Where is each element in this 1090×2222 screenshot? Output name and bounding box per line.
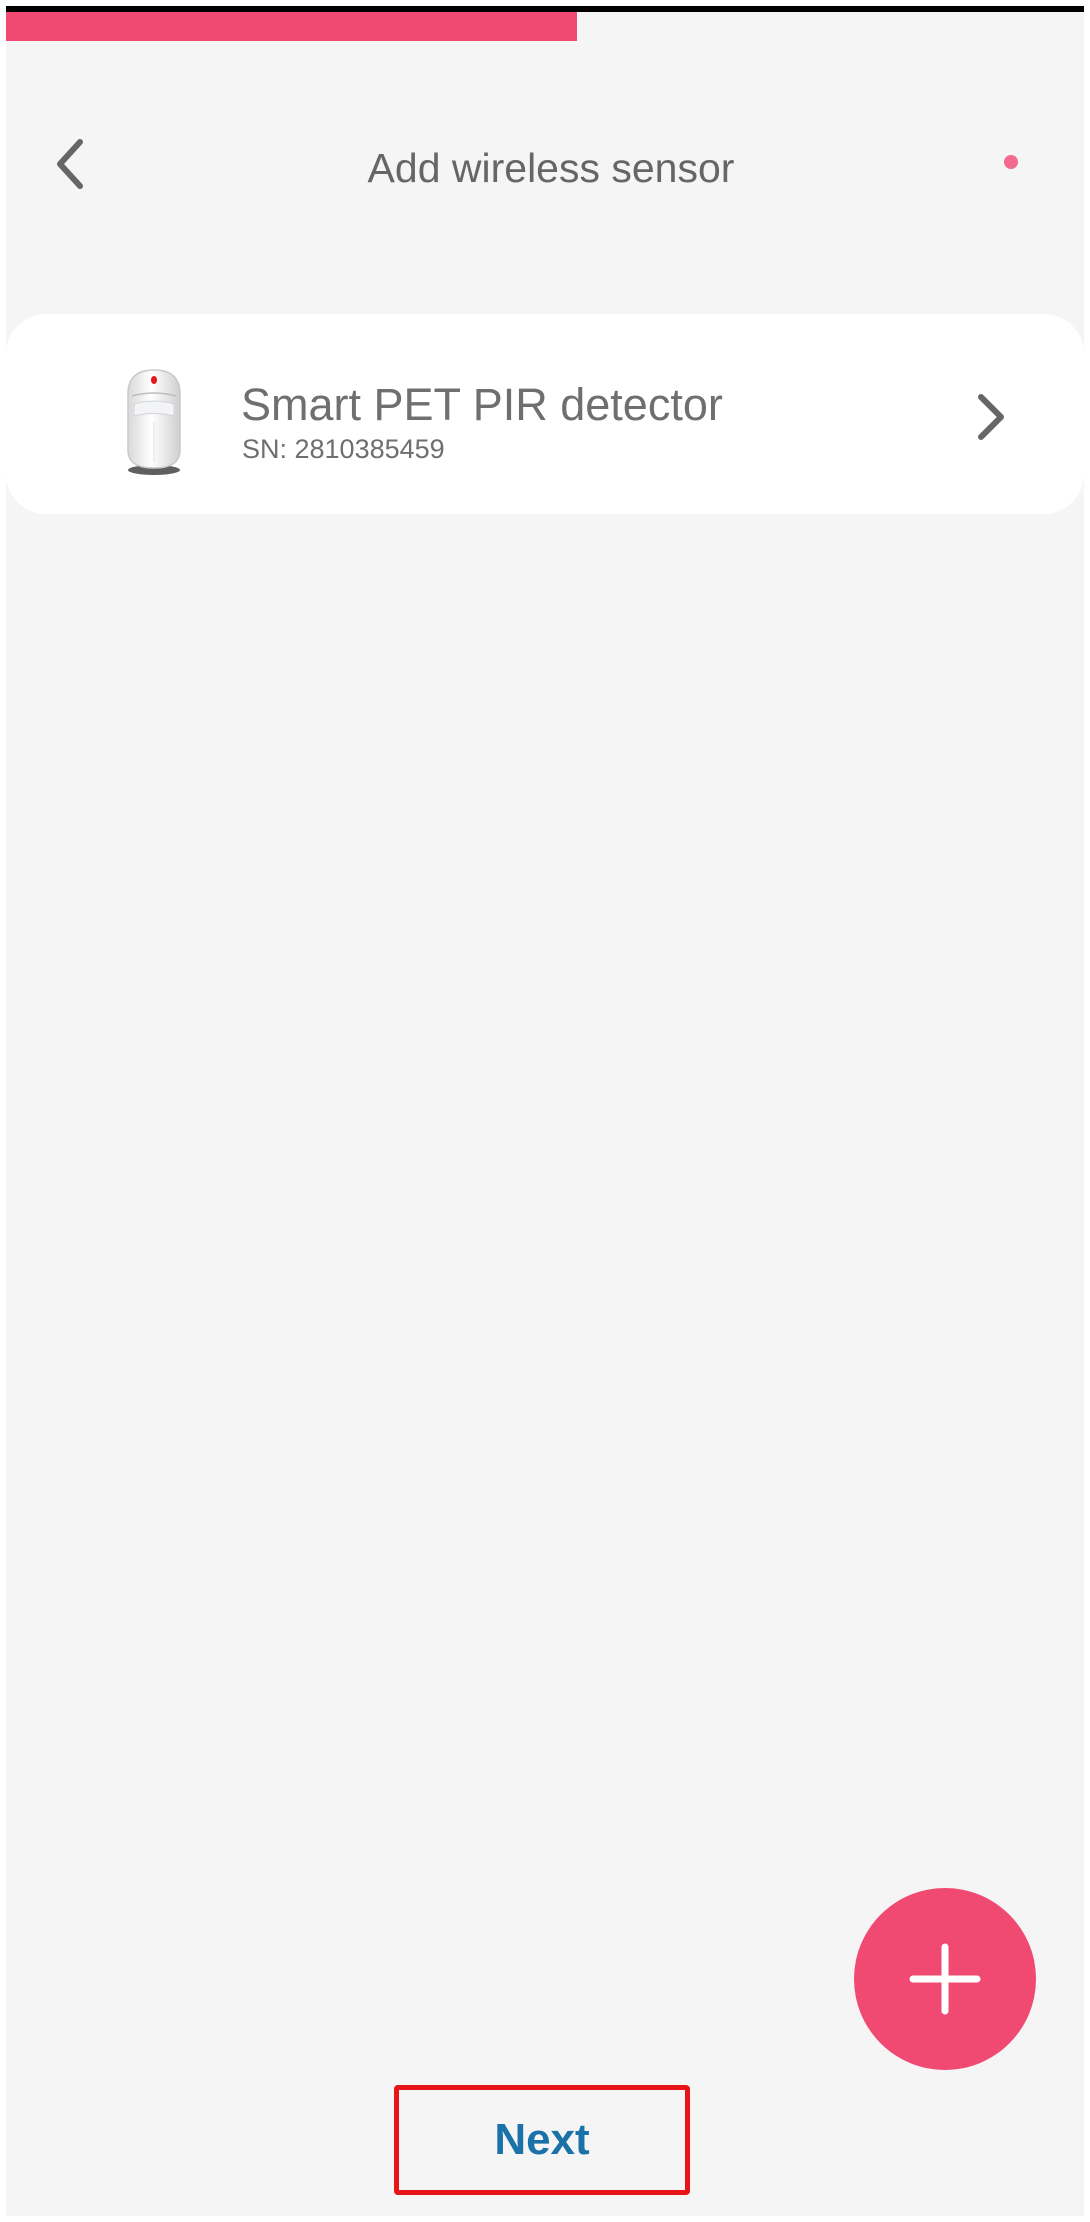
chevron-left-icon xyxy=(57,139,83,189)
progress-bar xyxy=(6,12,1084,41)
chevron-right-icon-wrapper xyxy=(966,382,1016,452)
next-button[interactable]: Next xyxy=(394,2085,690,2195)
status-dot xyxy=(1004,155,1018,169)
pir-detector-image xyxy=(127,369,181,475)
app-screen: Add wireless sensor Smart PET PIR detect… xyxy=(6,12,1084,2216)
sensor-name: Smart PET PIR detector xyxy=(241,379,723,430)
page-title: Add wireless sensor xyxy=(367,145,735,191)
add-sensor-button[interactable] xyxy=(854,1888,1036,2070)
progress-bar-fill xyxy=(6,12,578,41)
sensor-list-item[interactable]: Smart PET PIR detector SN: 2810385459 xyxy=(6,314,1084,514)
plus-icon xyxy=(909,1943,981,2015)
chevron-right-icon xyxy=(978,394,1004,440)
back-button[interactable] xyxy=(40,124,100,204)
sensor-serial-number: SN: 2810385459 xyxy=(242,434,445,464)
